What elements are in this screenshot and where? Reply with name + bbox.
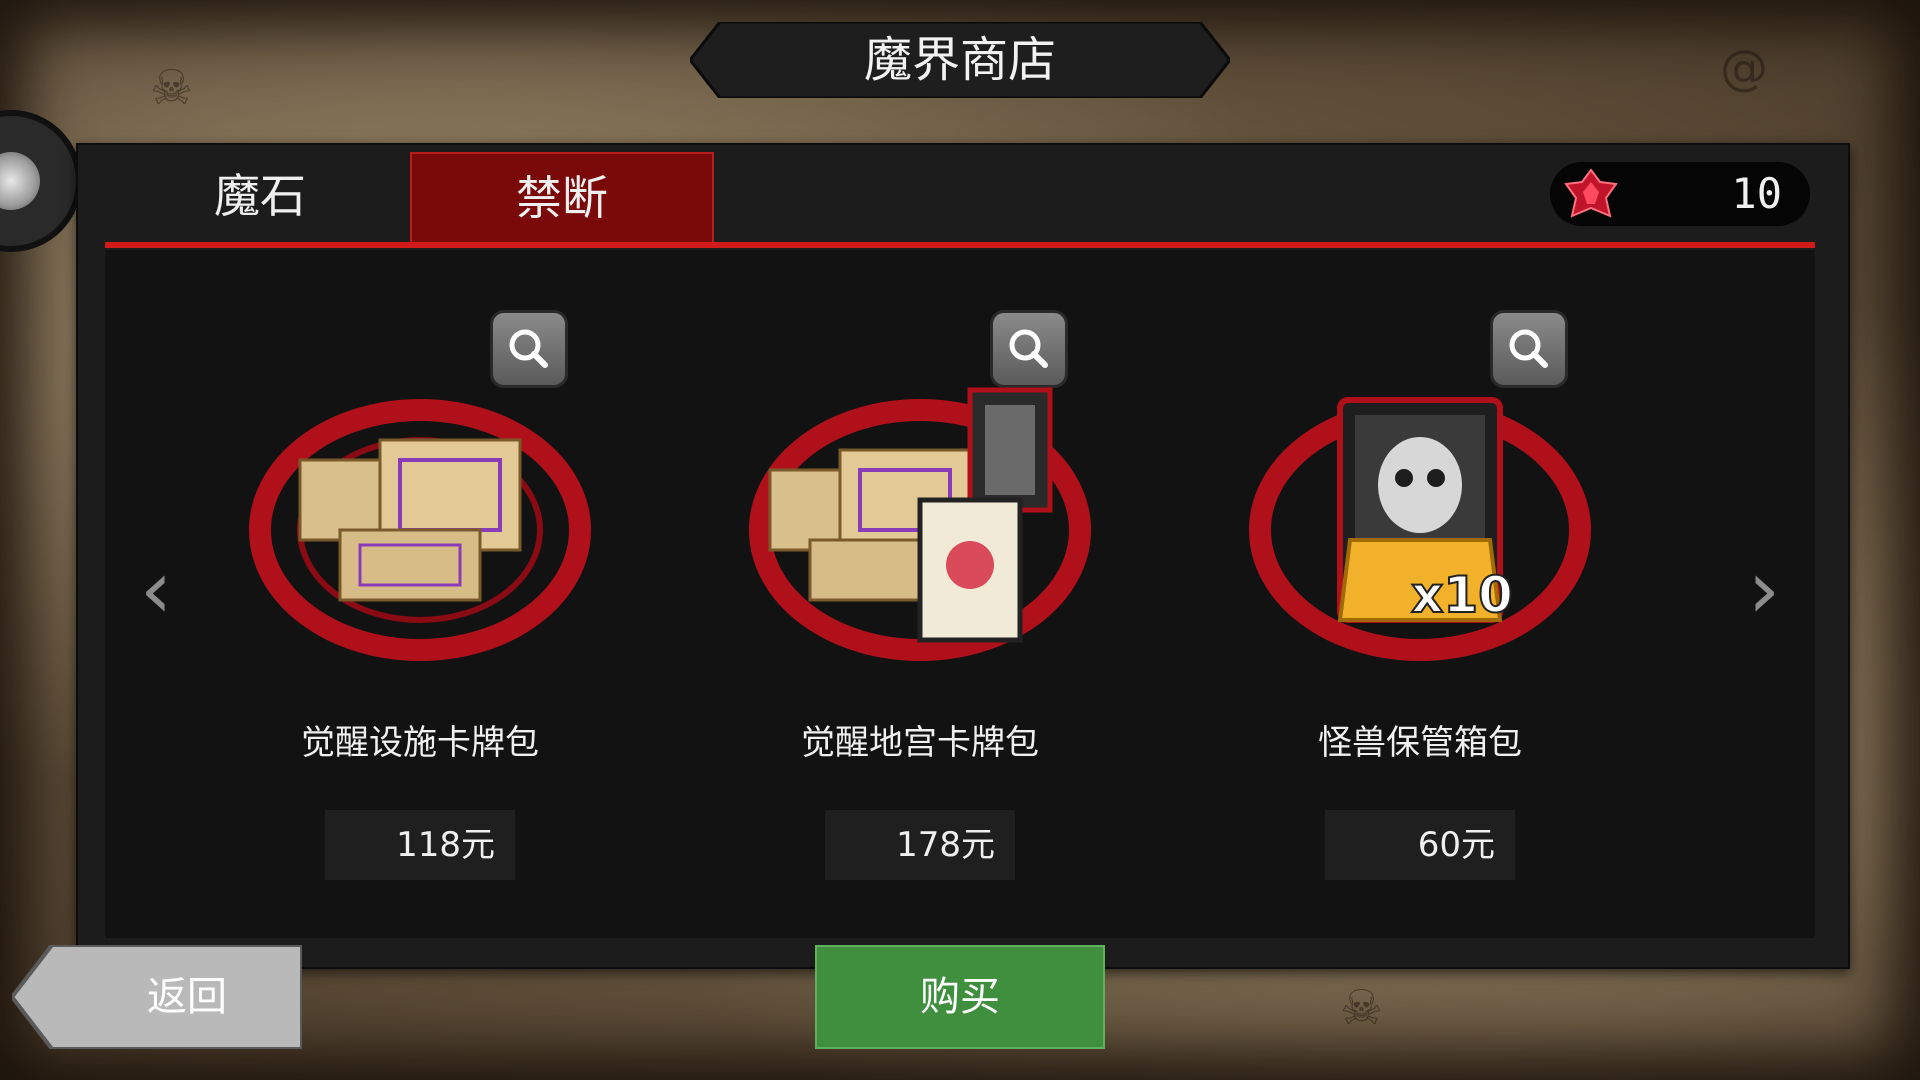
title-banner: 魔界商店 — [690, 22, 1230, 98]
scroll-and-card-bundle-icon — [749, 387, 1091, 661]
product-name: 觉醒设施卡牌包 — [301, 723, 539, 763]
back-button-label: 返回 — [147, 974, 227, 1020]
scroll-bundle-icon — [249, 399, 591, 661]
buy-button-label: 购买 — [920, 974, 1000, 1020]
buy-button[interactable]: 购买 — [815, 945, 1105, 1049]
tab-forbidden[interactable]: 禁断 — [410, 152, 714, 242]
product-card[interactable]: 觉醒地宫卡牌包 178元 — [700, 300, 1140, 890]
product-card[interactable]: x10 怪兽保管箱包 60元 — [1200, 300, 1640, 890]
red-gem-icon — [1564, 168, 1618, 218]
back-button[interactable]: 返回 — [12, 945, 302, 1049]
chevron-right-icon[interactable]: › — [1734, 550, 1794, 630]
knob-center — [0, 152, 40, 210]
product-price: 178元 — [825, 810, 1015, 880]
quantity-badge: x10 — [1411, 566, 1513, 624]
product-price: 60元 — [1325, 810, 1515, 880]
tab-underline — [105, 242, 1815, 248]
currency-display: 10 — [1550, 162, 1810, 226]
page-title: 魔界商店 — [863, 32, 1056, 88]
product-name: 觉醒地宫卡牌包 — [801, 723, 1039, 763]
chevron-left-icon[interactable]: ‹ — [126, 550, 186, 630]
currency-amount: 10 — [1731, 169, 1782, 218]
product-name: 怪兽保管箱包 — [1318, 723, 1522, 763]
tab-magic-stone[interactable]: 魔石 — [110, 152, 410, 240]
product-card[interactable]: 觉醒设施卡牌包 118元 — [200, 300, 640, 890]
product-price: 118元 — [325, 810, 515, 880]
monster-card-box-icon: x10 — [1249, 397, 1591, 661]
